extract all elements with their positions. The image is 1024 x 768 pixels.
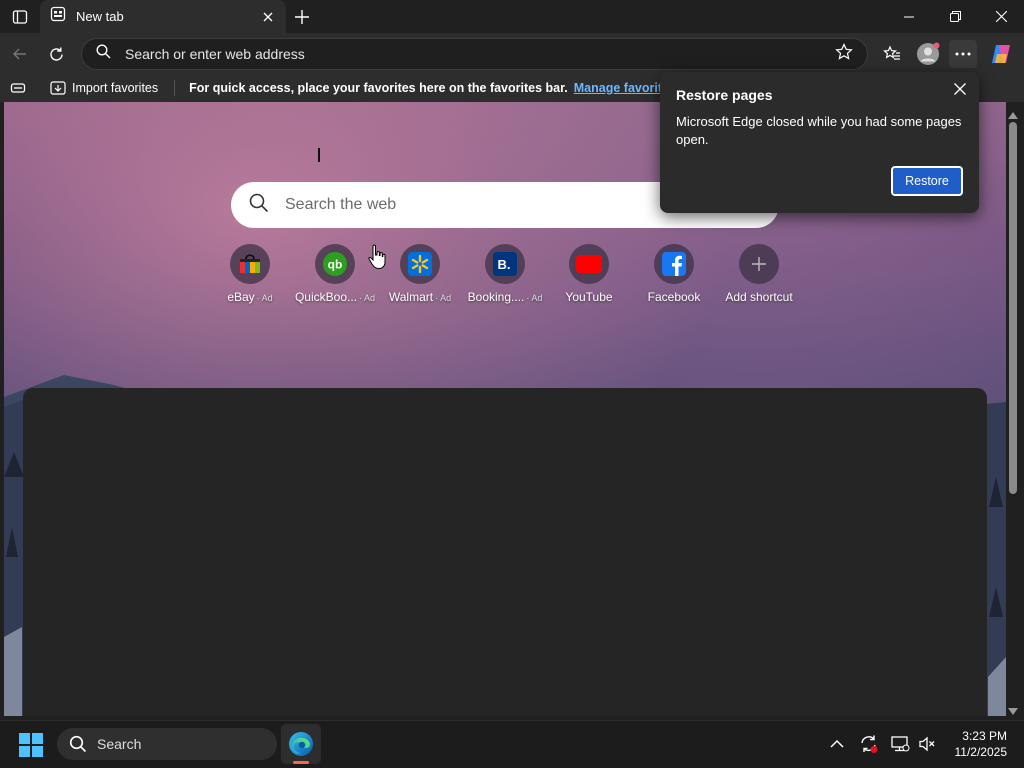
- shortcut-quickbooks[interactable]: qb QuickBoo... · Ad: [293, 244, 377, 308]
- favorites-hint: For quick access, place your favorites h…: [189, 81, 568, 95]
- add-shortcut-button[interactable]: Add shortcut: [717, 244, 801, 308]
- profile-avatar-icon[interactable]: [914, 40, 942, 68]
- back-arrow-icon[interactable]: [6, 40, 34, 68]
- shortcut-label: Walmart: [388, 290, 434, 304]
- chevron-up-icon[interactable]: [827, 734, 847, 754]
- shortcut-label: Facebook: [647, 290, 701, 304]
- edge-taskbar-icon[interactable]: [281, 724, 321, 764]
- web-search-icon: [249, 193, 269, 218]
- restore-popup-message: Microsoft Edge closed while you had some…: [676, 114, 962, 147]
- active-app-indicator: [293, 761, 309, 764]
- text-cursor-icon: [318, 148, 320, 162]
- youtube-icon: [569, 244, 609, 284]
- close-window-icon[interactable]: [978, 0, 1024, 33]
- shortcut-booking[interactable]: B. Booking.... · Ad: [463, 244, 547, 308]
- reading-list-icon[interactable]: [10, 80, 26, 99]
- shortcut-walmart[interactable]: Walmart · Ad: [378, 244, 462, 308]
- scroll-up-arrow-icon[interactable]: [1008, 106, 1018, 124]
- shortcut-youtube[interactable]: YouTube: [547, 244, 631, 308]
- ebay-bag-icon: [230, 244, 270, 284]
- content-feed-panel: [23, 388, 987, 716]
- clock-time: 3:23 PM: [962, 729, 1007, 743]
- ad-badge: · Ad: [256, 293, 273, 303]
- web-search-placeholder: Search the web: [285, 196, 397, 213]
- hand-cursor-icon: [368, 244, 386, 275]
- taskbar-clock[interactable]: 3:23 PM 11/2/2025: [945, 728, 1008, 760]
- shortcut-label: YouTube: [565, 290, 613, 304]
- new-tab-plus-icon[interactable]: [290, 5, 314, 29]
- plus-icon: [739, 244, 779, 284]
- tab-close-icon[interactable]: [260, 9, 276, 25]
- taskbar-search-box[interactable]: Search: [57, 728, 277, 760]
- restore-button[interactable]: Restore: [891, 166, 963, 196]
- address-search-icon: [96, 44, 111, 64]
- import-icon: [50, 81, 66, 95]
- quickbooks-icon: qb: [315, 244, 355, 284]
- sync-update-icon[interactable]: [859, 734, 879, 754]
- facebook-icon: [654, 244, 694, 284]
- tab-new-tab[interactable]: New tab: [40, 0, 286, 33]
- shortcut-label: Add shortcut: [725, 290, 793, 304]
- import-favorites-label: Import favorites: [72, 81, 159, 95]
- address-bar[interactable]: Search or enter web address: [81, 38, 868, 70]
- shortcut-label: eBay: [227, 290, 255, 304]
- booking-icon: B.: [485, 244, 525, 284]
- scroll-down-arrow-icon[interactable]: [1008, 703, 1018, 721]
- restore-popup-title: Restore pages: [676, 87, 773, 103]
- minimize-icon[interactable]: [886, 0, 932, 33]
- walmart-spark-icon: [400, 244, 440, 284]
- shortcut-facebook[interactable]: Facebook: [632, 244, 716, 308]
- favbar-divider: [174, 80, 176, 96]
- ad-badge: · Ad: [526, 293, 543, 303]
- restore-window-icon[interactable]: [932, 0, 978, 33]
- restore-pages-popup: Restore pages Microsoft Edge closed whil…: [660, 72, 979, 213]
- favorite-star-icon[interactable]: [835, 42, 853, 66]
- svg-text:qb: qb: [328, 258, 343, 272]
- volume-muted-icon[interactable]: [917, 734, 937, 754]
- address-placeholder: Search or enter web address: [125, 46, 305, 62]
- copilot-icon[interactable]: [987, 40, 1015, 68]
- clock-date: 11/2/2025: [954, 745, 1008, 759]
- settings-more-icon[interactable]: [949, 40, 977, 68]
- shortcut-label: QuickBoo...: [294, 290, 357, 304]
- shortcut-label: Booking....: [467, 290, 525, 304]
- network-icon[interactable]: [890, 734, 910, 754]
- svg-text:B.: B.: [498, 257, 511, 272]
- favorites-icon[interactable]: [878, 40, 906, 68]
- ad-badge: · Ad: [359, 293, 376, 303]
- import-favorites-button[interactable]: Import favorites: [50, 81, 158, 95]
- refresh-icon[interactable]: [42, 40, 70, 68]
- taskbar-search-label: Search: [97, 736, 142, 752]
- windows-start-icon[interactable]: [18, 732, 44, 758]
- tab-title: New tab: [76, 9, 124, 24]
- tab-actions-icon[interactable]: [4, 4, 36, 30]
- ad-badge: · Ad: [435, 293, 452, 303]
- scroll-thumb[interactable]: [1009, 122, 1017, 494]
- newtab-favicon-icon: [50, 6, 66, 27]
- shortcut-ebay[interactable]: eBay · Ad: [208, 244, 292, 308]
- close-icon[interactable]: [949, 78, 971, 100]
- taskbar-search-icon: [69, 735, 87, 753]
